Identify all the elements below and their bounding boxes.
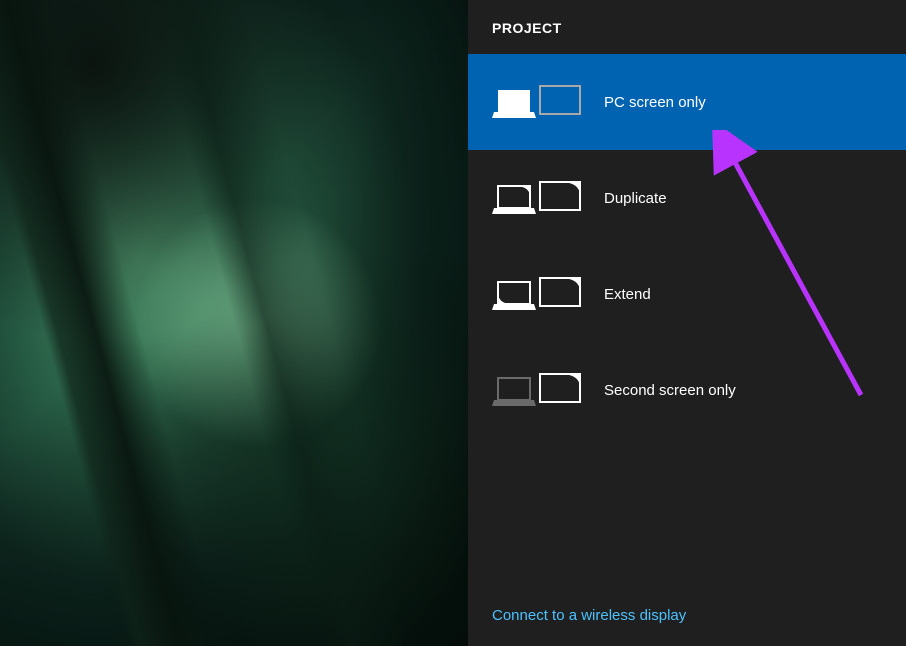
option-extend[interactable]: Extend [468,246,906,342]
panel-title: PROJECT [468,0,906,54]
option-second-screen-only[interactable]: Second screen only [468,342,906,438]
second-screen-only-icon [492,368,584,412]
desktop-wallpaper [0,0,468,646]
extend-icon [492,272,584,316]
project-panel: PROJECT PC screen only Du [468,0,906,646]
option-label: Duplicate [604,190,667,207]
connect-wireless-display-link[interactable]: Connect to a wireless display [468,589,906,646]
option-label: PC screen only [604,94,706,111]
duplicate-icon [492,176,584,220]
pc-screen-only-icon [492,80,584,124]
option-label: Extend [604,286,651,303]
option-pc-screen-only[interactable]: PC screen only [468,54,906,150]
option-label: Second screen only [604,382,736,399]
option-duplicate[interactable]: Duplicate [468,150,906,246]
